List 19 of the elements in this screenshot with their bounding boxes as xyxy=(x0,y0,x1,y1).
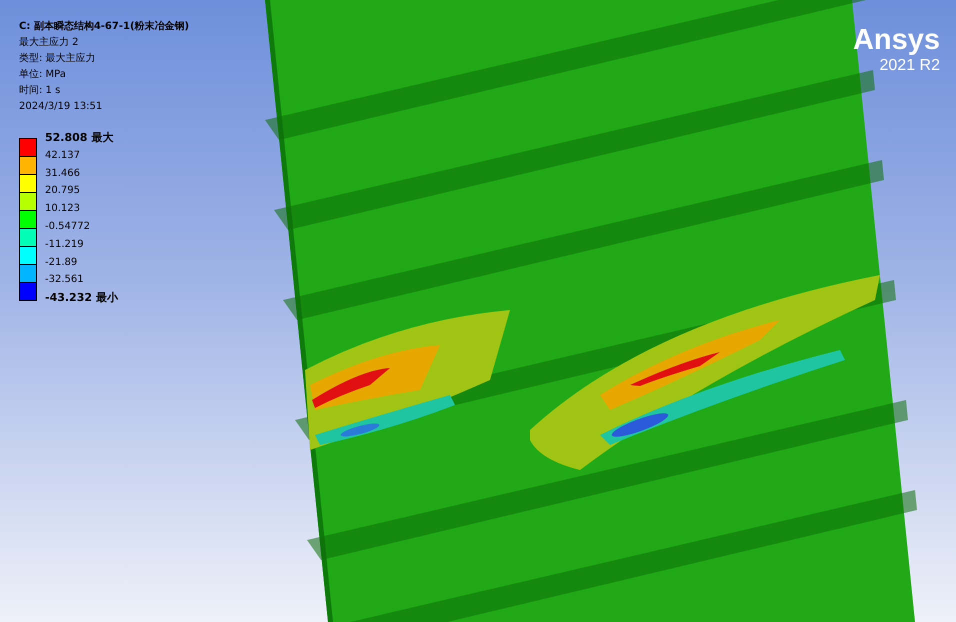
legend-value: -32.561 xyxy=(45,273,84,288)
legend-value: 10.123 xyxy=(45,202,80,216)
legend-value: 31.466 xyxy=(45,166,80,181)
legend-value: 42.137 xyxy=(45,148,80,163)
legend-value: -43.232 xyxy=(45,290,92,306)
legend-value: -11.219 xyxy=(45,238,84,252)
result-info-text: 单位: MPa xyxy=(19,68,67,82)
result-title: C: 副本瞬态结构4-67-1(粉末冶金钢) xyxy=(19,20,190,34)
result-info-text: 类型: 最大主应力 xyxy=(19,52,97,66)
legend-value: -0.54772 xyxy=(45,220,90,234)
legend-extreme-label: 最小 xyxy=(96,290,118,306)
version-label: 2021 R2 xyxy=(880,56,940,76)
legend-extreme-label: 最大 xyxy=(91,130,114,146)
legend-value: -21.89 xyxy=(45,256,78,270)
result-info-text: 最大主应力 2 xyxy=(19,36,80,50)
result-info-text: 时间: 1 s xyxy=(19,84,62,98)
legend-value: 20.795 xyxy=(45,184,80,198)
legend-value: 52.808 xyxy=(45,130,88,146)
result-info-text: 2024/3/19 13:51 xyxy=(19,100,104,114)
